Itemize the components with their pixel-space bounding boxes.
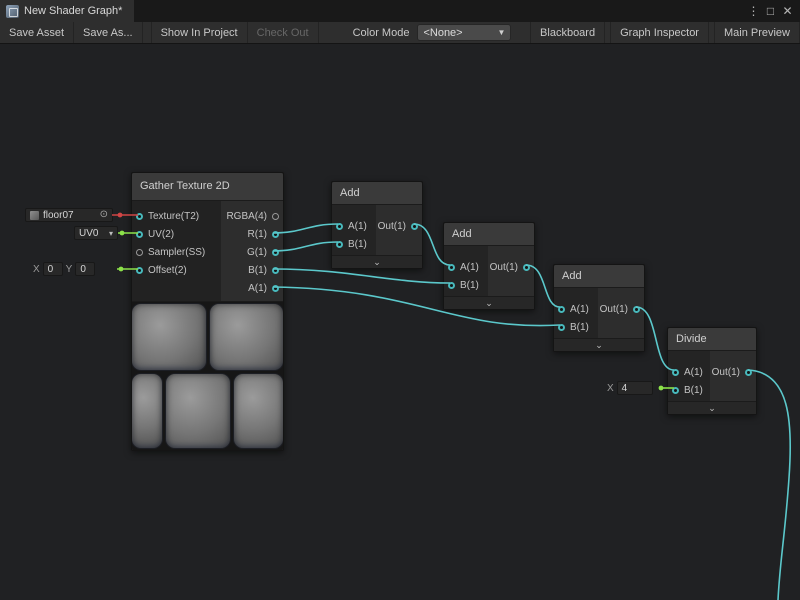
port-texture-input[interactable] — [136, 213, 143, 220]
close-icon[interactable]: ✕ — [779, 0, 796, 22]
wire-offset-dot — [119, 267, 124, 272]
gather-output-rgba: RGBA(4) — [221, 207, 283, 225]
color-mode-label: Color Mode — [345, 22, 418, 43]
preview-tile — [132, 374, 162, 448]
add3-port-a[interactable] — [558, 306, 565, 313]
preview-tile — [210, 304, 283, 370]
chevron-down-icon: ⌄ — [485, 299, 493, 308]
preview-tile — [132, 304, 206, 370]
add3-preview-toggle[interactable]: ⌄ — [554, 338, 644, 351]
divide-port-out[interactable] — [745, 369, 752, 376]
node-gather-title[interactable]: Gather Texture 2D — [132, 173, 283, 201]
texture-object-field[interactable]: floor07 ⊙ — [25, 208, 113, 222]
add1-port-b[interactable] — [336, 241, 343, 248]
main-preview-button[interactable]: Main Preview — [714, 22, 800, 43]
maximize-icon[interactable]: □ — [762, 0, 779, 22]
window-menu-icon[interactable]: ⋮ — [745, 0, 762, 22]
add1-preview-toggle[interactable]: ⌄ — [332, 255, 422, 268]
node-add3-title[interactable]: Add — [554, 265, 644, 288]
port-rgba-output[interactable] — [272, 213, 279, 220]
dropdown-arrow-icon: ▼ — [498, 28, 506, 37]
color-mode-value: <None> — [423, 27, 462, 39]
show-in-project-button[interactable]: Show In Project — [151, 22, 248, 43]
add1-port-out[interactable] — [411, 223, 418, 230]
gather-input-sampler: Sampler(SS) — [132, 243, 221, 261]
offset-y-input[interactable]: 0 — [75, 262, 95, 276]
node-add-3[interactable]: Add A(1) B(1) Out(1) ⌄ — [553, 264, 645, 352]
offset-vector2-field: X 0 Y 0 — [33, 262, 95, 276]
add1-port-a[interactable] — [336, 223, 343, 230]
gather-input-offset: Offset(2) — [132, 261, 221, 279]
gather-output-b: B(1) — [221, 261, 283, 279]
port-g-output[interactable] — [272, 249, 279, 256]
window-titlebar: New Shader Graph* ⋮ □ ✕ — [0, 0, 800, 22]
node-gather-texture-2d[interactable]: Gather Texture 2D Texture(T2) UV(2) Samp… — [131, 172, 284, 451]
preview-tile — [166, 374, 230, 448]
divide-port-a[interactable] — [672, 369, 679, 376]
wire-uv-dot — [120, 231, 125, 236]
node-divide-title[interactable]: Divide — [668, 328, 756, 351]
add3-port-b[interactable] — [558, 324, 565, 331]
node-add-2[interactable]: Add A(1) B(1) Out(1) ⌄ — [443, 222, 535, 310]
port-sampler-input[interactable] — [136, 249, 143, 256]
divide-b-label: X — [607, 383, 614, 394]
graph-toolbar: Save Asset Save As... Show In Project Ch… — [0, 22, 800, 44]
divide-b-input[interactable]: 4 — [617, 381, 653, 395]
port-b-output[interactable] — [272, 267, 279, 274]
divide-preview-toggle[interactable]: ⌄ — [668, 401, 756, 414]
node-add-1[interactable]: Add A(1) B(1) Out(1) ⌄ — [331, 181, 423, 269]
gather-output-a: A(1) — [221, 279, 283, 297]
gather-output-g: G(1) — [221, 243, 283, 261]
divide-b-field: X 4 — [607, 381, 653, 395]
port-a-output[interactable] — [272, 285, 279, 292]
add2-port-a[interactable] — [448, 264, 455, 271]
chevron-down-icon: ⌄ — [708, 404, 716, 413]
wire-layer — [0, 44, 800, 600]
add2-port-out[interactable] — [523, 264, 530, 271]
object-picker-icon[interactable]: ⊙ — [100, 210, 108, 220]
preview-tile — [234, 374, 283, 448]
gather-output-r: R(1) — [221, 225, 283, 243]
combo-arrow-icon: ▾ — [109, 229, 113, 238]
uv-channel-dropdown[interactable]: UV0 ▾ — [74, 226, 118, 240]
port-r-output[interactable] — [272, 231, 279, 238]
graph-inspector-button[interactable]: Graph Inspector — [610, 22, 709, 43]
graph-canvas[interactable]: Gather Texture 2D Texture(T2) UV(2) Samp… — [0, 44, 800, 600]
save-asset-button[interactable]: Save Asset — [0, 22, 74, 43]
node-divide[interactable]: Divide A(1) B(1) Out(1) ⌄ — [667, 327, 757, 415]
chevron-down-icon: ⌄ — [373, 258, 381, 267]
offset-y-label: Y — [66, 264, 73, 275]
port-uv-input[interactable] — [136, 231, 143, 238]
blackboard-button[interactable]: Blackboard — [530, 22, 605, 43]
wire-b-to-add2-b[interactable] — [273, 269, 450, 283]
uv-channel-value: UV0 — [79, 228, 98, 239]
gather-input-uv: UV(2) — [132, 225, 221, 243]
texture-name: floor07 — [43, 210, 74, 221]
tab-shader-graph[interactable]: New Shader Graph* — [0, 0, 134, 22]
chevron-down-icon: ⌄ — [595, 341, 603, 350]
add3-port-out[interactable] — [633, 306, 640, 313]
color-mode-dropdown[interactable]: <None> ▼ — [417, 24, 511, 41]
add2-port-b[interactable] — [448, 282, 455, 289]
gather-input-texture: Texture(T2) — [132, 207, 221, 225]
divide-port-b[interactable] — [672, 387, 679, 394]
add2-preview-toggle[interactable]: ⌄ — [444, 296, 534, 309]
node-add1-title[interactable]: Add — [332, 182, 422, 205]
offset-x-label: X — [33, 264, 40, 275]
save-as-button[interactable]: Save As... — [74, 22, 143, 43]
texture-thumbnail — [30, 211, 39, 220]
tab-title: New Shader Graph* — [24, 5, 122, 17]
shader-graph-icon — [6, 5, 19, 18]
check-out-button: Check Out — [248, 22, 319, 43]
wire-x4-dot — [659, 386, 664, 391]
port-offset-input[interactable] — [136, 267, 143, 274]
wire-texture-dot — [118, 213, 123, 218]
node-add2-title[interactable]: Add — [444, 223, 534, 246]
offset-x-input[interactable]: 0 — [43, 262, 63, 276]
gather-node-preview-image — [132, 301, 283, 450]
